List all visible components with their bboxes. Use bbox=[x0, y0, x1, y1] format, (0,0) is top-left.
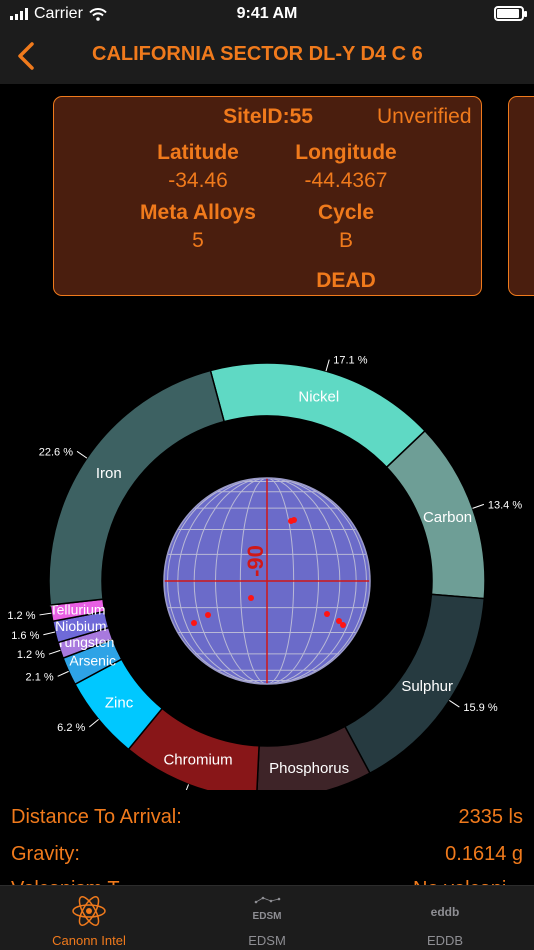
globe-site-marker bbox=[288, 518, 294, 524]
cycle-value: B bbox=[338, 229, 354, 252]
slice-leader-sulphur bbox=[449, 700, 460, 708]
verification-status: Unverified bbox=[377, 105, 472, 128]
tab-canonn-intel[interactable]: Canonn Intel bbox=[0, 886, 178, 950]
slice-label-carbon: Carbon bbox=[423, 509, 472, 526]
battery-icon bbox=[494, 6, 527, 21]
slice-label-nickel: Nickel bbox=[298, 389, 339, 406]
status-time: 9:41 AM bbox=[236, 5, 298, 22]
distance-value: 2335 ls bbox=[458, 806, 524, 828]
site-card[interactable]: SiteID:55 Unverified Latitude Longitude … bbox=[53, 96, 482, 296]
slice-value-carbon: 13.4 % bbox=[488, 499, 522, 511]
materials-chart: Nickel 17.1 % Carbon 13.4 % Sulphur 15.9 % Pho… bbox=[0, 310, 534, 790]
next-site-card[interactable] bbox=[508, 96, 534, 296]
tab-label-canonn-intel: Canonn Intel bbox=[52, 933, 126, 948]
svg-text:eddb: eddb bbox=[431, 905, 460, 919]
globe-site-marker bbox=[248, 595, 254, 601]
slice-leader-niobium bbox=[43, 631, 56, 636]
slice-value-niobium: 1.6 % bbox=[11, 630, 39, 642]
gravity-row: Gravity: 0.1614 g bbox=[11, 843, 523, 866]
slice-label-sulphur: Sulphur bbox=[401, 678, 453, 695]
latitude-label: Latitude bbox=[157, 141, 239, 164]
cycle-label: Cycle bbox=[317, 201, 375, 224]
longitude-label: Longitude bbox=[295, 141, 397, 164]
tab-edsm[interactable]: EDSM EDSM bbox=[178, 886, 356, 950]
slice-label-niobium: Niobium bbox=[55, 618, 106, 634]
distance-label: Distance To Arrival: bbox=[11, 806, 182, 828]
page-title: CALIFORNIA SECTOR DL-Y D4 C 6 bbox=[92, 43, 423, 65]
edsm-icon: EDSM bbox=[253, 896, 282, 922]
slice-leader-zinc bbox=[88, 719, 99, 728]
longitude-value: -44.4367 bbox=[304, 169, 388, 192]
globe-site-marker bbox=[191, 620, 197, 626]
tab-eddb[interactable]: eddb EDDB bbox=[356, 886, 534, 950]
tab-bar: Canonn Intel EDSM EDSM eddb EDDB bbox=[0, 885, 534, 950]
slice-value-arsenic: 2.1 % bbox=[26, 671, 54, 683]
slice-value-iron: 22.6 % bbox=[39, 446, 73, 458]
gravity-value: 0.1614 g bbox=[445, 843, 523, 865]
slice-label-phosphorus: Phosphorus bbox=[269, 760, 349, 777]
slice-nickel bbox=[209, 362, 427, 469]
slice-leader-nickel bbox=[325, 359, 330, 372]
globe-label: -90 bbox=[243, 545, 268, 577]
slice-value-sulphur: 15.9 % bbox=[463, 702, 497, 714]
site-id: SiteID:55 bbox=[223, 105, 313, 128]
tab-label-edsm: EDSM bbox=[248, 933, 286, 948]
status-bar: Carrier 9:41 AM bbox=[0, 0, 534, 30]
nav-bar: CALIFORNIA SECTOR DL-Y D4 C 6 bbox=[0, 30, 534, 84]
globe-site-marker bbox=[324, 611, 330, 617]
tab-label-eddb: EDDB bbox=[426, 933, 464, 948]
site-state: DEAD bbox=[316, 269, 376, 292]
status-right bbox=[494, 6, 527, 21]
battery-fill bbox=[497, 9, 519, 18]
globe-site-marker bbox=[340, 622, 346, 628]
globe-site-marker bbox=[205, 612, 211, 618]
slice-value-zinc: 6.2 % bbox=[57, 722, 85, 734]
latitude-value: -34.46 bbox=[168, 169, 228, 192]
slice-label-zinc: Zinc bbox=[105, 695, 134, 712]
slice-value-tungsten: 1.2 % bbox=[17, 649, 45, 661]
atom-icon bbox=[72, 896, 106, 926]
gravity-label: Gravity: bbox=[11, 843, 80, 865]
slice-leader-iron bbox=[76, 450, 88, 459]
slice-leader-carbon bbox=[472, 503, 485, 509]
back-chevron-icon[interactable] bbox=[10, 38, 40, 74]
materials-donut-chart: Nickel 17.1 % Carbon 13.4 % Sulphur 15.9 % Pho… bbox=[7, 355, 522, 790]
slice-value-tellurium: 1.2 % bbox=[7, 610, 35, 622]
distance-row: Distance To Arrival: 2335 ls bbox=[11, 806, 523, 829]
meta-alloys-value: 5 bbox=[192, 229, 204, 252]
slice-label-chromium: Chromium bbox=[163, 752, 232, 769]
slice-leader-chromium bbox=[185, 784, 190, 790]
slice-label-arsenic: Arsenic bbox=[69, 652, 116, 668]
meta-alloys-label: Meta Alloys bbox=[140, 201, 256, 224]
slice-leader-tungsten bbox=[48, 649, 61, 655]
slice-value-nickel: 17.1 % bbox=[333, 355, 367, 367]
svg-text:EDSM: EDSM bbox=[253, 911, 282, 922]
slice-label-iron: Iron bbox=[96, 465, 122, 482]
eddb-icon: eddb bbox=[431, 905, 460, 919]
slice-leader-arsenic bbox=[57, 670, 69, 677]
